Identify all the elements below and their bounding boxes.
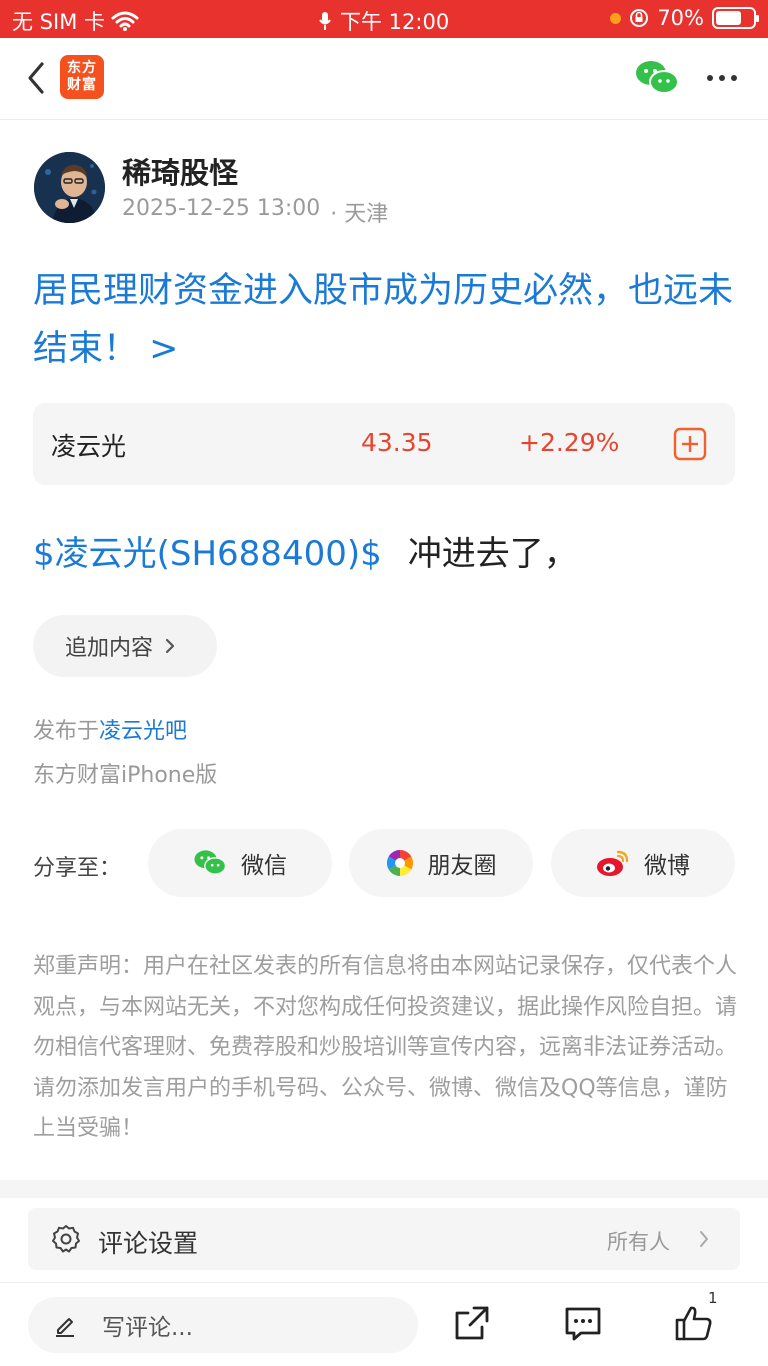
gear-icon bbox=[52, 1225, 80, 1253]
post-datetime: 2025-12-25 13:00 bbox=[122, 196, 321, 221]
status-right: 70% bbox=[610, 6, 759, 30]
weibo-icon bbox=[597, 850, 629, 876]
stock-change: +2.29% bbox=[519, 428, 620, 457]
moments-icon bbox=[386, 849, 413, 877]
post-body-text: 冲进去了， bbox=[407, 534, 578, 574]
author-meta: 2025-12-25 13:00 · 天津 bbox=[122, 196, 388, 228]
avatar-image bbox=[34, 152, 105, 223]
status-left: 无 SIM 卡 bbox=[12, 6, 139, 36]
comment-icon[interactable] bbox=[563, 1303, 603, 1343]
post-title-link[interactable]: 居民理财资金进入股市成为历史必然，也远未结束！ > bbox=[33, 262, 733, 378]
post-body: $凌云光(SH688400)$ 冲进去了， bbox=[33, 526, 578, 575]
add-watchlist-icon[interactable] bbox=[673, 427, 707, 461]
share-wechat-button[interactable]: 微信 bbox=[148, 829, 332, 897]
like-count: 1 bbox=[708, 1289, 718, 1307]
published-prefix: 发布于 bbox=[33, 719, 100, 744]
share-moments-button[interactable]: 朋友圈 bbox=[349, 829, 533, 897]
wifi-icon bbox=[111, 11, 139, 31]
published-in: 发布于凌云光吧 bbox=[33, 713, 187, 745]
share-weibo-label: 微博 bbox=[644, 853, 690, 879]
clock-text: 下午 12:00 bbox=[340, 10, 450, 34]
stock-name: 凌云光 bbox=[51, 432, 127, 461]
orientation-lock-icon bbox=[630, 9, 649, 27]
section-divider bbox=[0, 1180, 768, 1198]
carrier-text: 无 SIM 卡 bbox=[12, 10, 105, 34]
share-external-icon[interactable] bbox=[452, 1303, 492, 1343]
chevron-right-icon bbox=[165, 638, 175, 654]
bottom-action-bar: 写评论... 1 bbox=[0, 1282, 768, 1366]
chevron-right-icon bbox=[700, 1231, 708, 1247]
status-center: 下午 12:00 bbox=[318, 6, 449, 36]
comment-settings-label: 评论设置 bbox=[98, 1229, 199, 1258]
battery-fill bbox=[716, 11, 742, 25]
pencil-icon bbox=[56, 1318, 74, 1337]
logo-line-2: 财富 bbox=[67, 77, 97, 93]
comment-placeholder: 写评论... bbox=[102, 1315, 193, 1341]
wechat-share-icon[interactable] bbox=[634, 58, 680, 98]
wechat-icon bbox=[194, 850, 227, 875]
share-label: 分享至： bbox=[33, 856, 122, 881]
battery-percent: 70% bbox=[657, 6, 704, 30]
status-bar: 无 SIM 卡 下午 12:00 70% bbox=[0, 0, 768, 38]
write-comment-input[interactable]: 写评论... bbox=[28, 1297, 418, 1353]
recording-dot-icon bbox=[610, 12, 622, 24]
more-icon[interactable] bbox=[702, 60, 742, 96]
stock-quote-card[interactable]: 凌云光 43.35 +2.29% bbox=[33, 403, 735, 485]
stock-tag-link[interactable]: $凌云光(SH688400)$ bbox=[33, 534, 382, 574]
author-avatar[interactable] bbox=[34, 152, 105, 223]
share-weibo-button[interactable]: 微博 bbox=[551, 829, 735, 897]
logo-line-1: 东方 bbox=[67, 60, 97, 76]
stock-price: 43.35 bbox=[361, 428, 433, 457]
disclaimer-text: 郑重声明：用户在社区发表的所有信息将由本网站记录保存，仅代表个人观点，与本网站无… bbox=[33, 954, 738, 1141]
microphone-icon bbox=[319, 12, 331, 30]
share-moments-label: 朋友圈 bbox=[427, 853, 497, 879]
stock-bar-link[interactable]: 凌云光吧 bbox=[99, 719, 187, 744]
nav-bar: 东方 财富 bbox=[0, 38, 768, 120]
comment-settings-row[interactable]: 评论设置 所有人 bbox=[28, 1208, 740, 1270]
device-source: 东方财富iPhone版 bbox=[33, 763, 218, 788]
share-wechat-label: 微信 bbox=[241, 853, 287, 879]
app-logo: 东方 财富 bbox=[60, 55, 104, 99]
author-name[interactable]: 稀琦股怪 bbox=[122, 150, 238, 192]
battery-icon bbox=[712, 7, 759, 29]
post-location: · 天津 bbox=[330, 202, 389, 227]
back-icon[interactable] bbox=[20, 58, 52, 98]
append-content-label: 追加内容 bbox=[65, 636, 154, 661]
append-content-button[interactable]: 追加内容 bbox=[33, 615, 217, 677]
comment-settings-value: 所有人 bbox=[607, 1230, 670, 1254]
thumbs-up-icon[interactable] bbox=[674, 1303, 714, 1343]
